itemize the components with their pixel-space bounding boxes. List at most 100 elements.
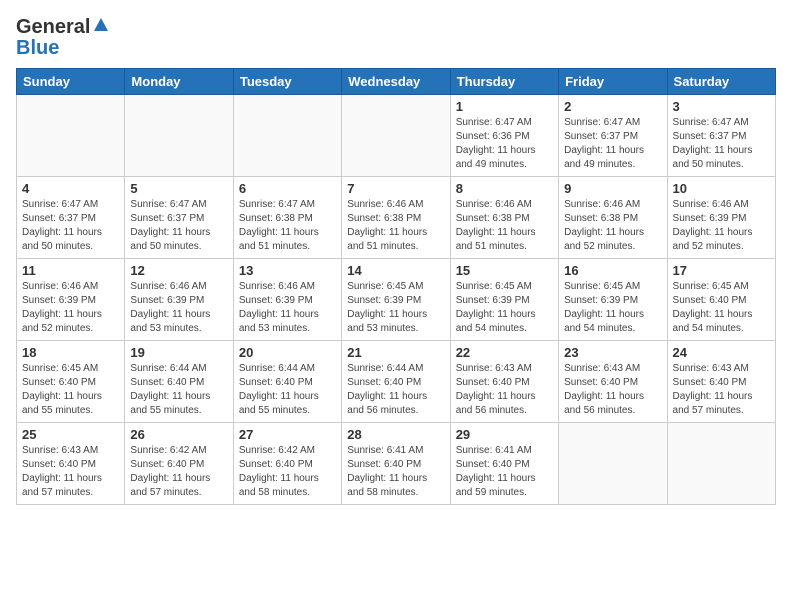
calendar-cell: 9 Sunrise: 6:46 AM Sunset: 6:38 PM Daylig… bbox=[559, 177, 667, 259]
calendar-cell bbox=[17, 95, 125, 177]
calendar-cell bbox=[342, 95, 450, 177]
day-info: Sunrise: 6:46 AM Sunset: 6:39 PM Dayligh… bbox=[239, 280, 336, 336]
day-header-tuesday: Tuesday bbox=[233, 69, 341, 95]
day-number: 2 bbox=[564, 99, 661, 114]
day-number: 5 bbox=[130, 181, 227, 196]
day-info: Sunrise: 6:46 AM Sunset: 6:39 PM Dayligh… bbox=[22, 280, 119, 336]
day-info: Sunrise: 6:45 AM Sunset: 6:40 PM Dayligh… bbox=[673, 280, 770, 336]
day-number: 13 bbox=[239, 263, 336, 278]
calendar-cell: 1Sunrise: 6:47 AM Sunset: 6:36 PM Daylig… bbox=[450, 95, 558, 177]
calendar-cell: 21Sunrise: 6:44 AM Sunset: 6:40 PM Dayli… bbox=[342, 341, 450, 423]
day-info: Sunrise: 6:47 AM Sunset: 6:37 PM Dayligh… bbox=[673, 116, 770, 172]
day-info: Sunrise: 6:47 AM Sunset: 6:37 PM Dayligh… bbox=[130, 198, 227, 254]
calendar-header-row: SundayMondayTuesdayWednesdayThursdayFrid… bbox=[17, 69, 776, 95]
week-row-1: 4 Sunrise: 6:47 AM Sunset: 6:37 PM Daylig… bbox=[17, 177, 776, 259]
day-info: Sunrise: 6:45 AM Sunset: 6:39 PM Dayligh… bbox=[347, 280, 444, 336]
day-number: 23 bbox=[564, 345, 661, 360]
calendar-cell: 26 Sunrise: 6:42 AM Sunset: 6:40 PM Dayli… bbox=[125, 423, 233, 505]
day-number: 27 bbox=[239, 427, 336, 442]
day-info: Sunrise: 6:41 AM Sunset: 6:40 PM Dayligh… bbox=[347, 444, 444, 500]
day-info: Sunrise: 6:43 AM Sunset: 6:40 PM Dayligh… bbox=[673, 362, 770, 418]
calendar-cell: 11 Sunrise: 6:46 AM Sunset: 6:39 PM Dayli… bbox=[17, 259, 125, 341]
calendar-cell: 16 Sunrise: 6:45 AM Sunset: 6:39 PM Dayli… bbox=[559, 259, 667, 341]
day-number: 17 bbox=[673, 263, 770, 278]
calendar-cell: 8 Sunrise: 6:46 AM Sunset: 6:38 PM Daylig… bbox=[450, 177, 558, 259]
logo-blue: Blue bbox=[16, 37, 59, 60]
day-info: Sunrise: 6:45 AM Sunset: 6:39 PM Dayligh… bbox=[564, 280, 661, 336]
calendar-cell bbox=[559, 423, 667, 505]
calendar-cell: 6 Sunrise: 6:47 AM Sunset: 6:38 PM Daylig… bbox=[233, 177, 341, 259]
calendar-cell: 14 Sunrise: 6:45 AM Sunset: 6:39 PM Dayli… bbox=[342, 259, 450, 341]
calendar-cell: 17 Sunrise: 6:45 AM Sunset: 6:40 PM Dayli… bbox=[667, 259, 775, 341]
calendar-cell: 27 Sunrise: 6:42 AM Sunset: 6:40 PM Dayli… bbox=[233, 423, 341, 505]
day-number: 26 bbox=[130, 427, 227, 442]
day-info: Sunrise: 6:46 AM Sunset: 6:39 PM Dayligh… bbox=[130, 280, 227, 336]
day-number: 18 bbox=[22, 345, 119, 360]
logo: General Blue bbox=[16, 16, 109, 60]
day-number: 29 bbox=[456, 427, 553, 442]
day-number: 20 bbox=[239, 345, 336, 360]
day-number: 22 bbox=[456, 345, 553, 360]
day-info: Sunrise: 6:41 AM Sunset: 6:40 PM Dayligh… bbox=[456, 444, 553, 500]
day-number: 7 bbox=[347, 181, 444, 196]
day-info: Sunrise: 6:46 AM Sunset: 6:38 PM Dayligh… bbox=[456, 198, 553, 254]
calendar-cell: 2 Sunrise: 6:47 AM Sunset: 6:37 PM Daylig… bbox=[559, 95, 667, 177]
day-header-friday: Friday bbox=[559, 69, 667, 95]
calendar-cell: 20 Sunrise: 6:44 AM Sunset: 6:40 PM Dayli… bbox=[233, 341, 341, 423]
day-number: 15 bbox=[456, 263, 553, 278]
day-number: 4 bbox=[22, 181, 119, 196]
calendar-cell bbox=[233, 95, 341, 177]
calendar-cell bbox=[667, 423, 775, 505]
day-info: Sunrise: 6:47 AM Sunset: 6:37 PM Dayligh… bbox=[22, 198, 119, 254]
day-info: Sunrise: 6:47 AM Sunset: 6:37 PM Dayligh… bbox=[564, 116, 661, 172]
day-number: 16 bbox=[564, 263, 661, 278]
day-number: 6 bbox=[239, 181, 336, 196]
day-info: Sunrise: 6:47 AM Sunset: 6:36 PM Dayligh… bbox=[456, 116, 553, 172]
day-number: 9 bbox=[564, 181, 661, 196]
calendar-cell bbox=[125, 95, 233, 177]
day-info: Sunrise: 6:46 AM Sunset: 6:38 PM Dayligh… bbox=[564, 198, 661, 254]
day-info: Sunrise: 6:46 AM Sunset: 6:38 PM Dayligh… bbox=[347, 198, 444, 254]
day-number: 14 bbox=[347, 263, 444, 278]
day-number: 11 bbox=[22, 263, 119, 278]
day-info: Sunrise: 6:47 AM Sunset: 6:38 PM Dayligh… bbox=[239, 198, 336, 254]
day-number: 8 bbox=[456, 181, 553, 196]
calendar-cell: 25Sunrise: 6:43 AM Sunset: 6:40 PM Dayli… bbox=[17, 423, 125, 505]
week-row-4: 25Sunrise: 6:43 AM Sunset: 6:40 PM Dayli… bbox=[17, 423, 776, 505]
day-number: 12 bbox=[130, 263, 227, 278]
day-info: Sunrise: 6:46 AM Sunset: 6:39 PM Dayligh… bbox=[673, 198, 770, 254]
calendar-cell: 7 Sunrise: 6:46 AM Sunset: 6:38 PM Daylig… bbox=[342, 177, 450, 259]
day-header-saturday: Saturday bbox=[667, 69, 775, 95]
day-header-thursday: Thursday bbox=[450, 69, 558, 95]
day-number: 25 bbox=[22, 427, 119, 442]
day-info: Sunrise: 6:44 AM Sunset: 6:40 PM Dayligh… bbox=[239, 362, 336, 418]
day-info: Sunrise: 6:45 AM Sunset: 6:40 PM Dayligh… bbox=[22, 362, 119, 418]
day-info: Sunrise: 6:42 AM Sunset: 6:40 PM Dayligh… bbox=[130, 444, 227, 500]
day-info: Sunrise: 6:43 AM Sunset: 6:40 PM Dayligh… bbox=[564, 362, 661, 418]
calendar-cell: 15 Sunrise: 6:45 AM Sunset: 6:39 PM Dayli… bbox=[450, 259, 558, 341]
calendar-cell: 23 Sunrise: 6:43 AM Sunset: 6:40 PM Dayli… bbox=[559, 341, 667, 423]
day-header-sunday: Sunday bbox=[17, 69, 125, 95]
week-row-0: 1Sunrise: 6:47 AM Sunset: 6:36 PM Daylig… bbox=[17, 95, 776, 177]
day-info: Sunrise: 6:43 AM Sunset: 6:40 PM Dayligh… bbox=[456, 362, 553, 418]
day-info: Sunrise: 6:44 AM Sunset: 6:40 PM Dayligh… bbox=[130, 362, 227, 418]
calendar-cell: 5 Sunrise: 6:47 AM Sunset: 6:37 PM Daylig… bbox=[125, 177, 233, 259]
calendar-cell: 3 Sunrise: 6:47 AM Sunset: 6:37 PM Daylig… bbox=[667, 95, 775, 177]
calendar-cell: 12 Sunrise: 6:46 AM Sunset: 6:39 PM Dayli… bbox=[125, 259, 233, 341]
day-info: Sunrise: 6:45 AM Sunset: 6:39 PM Dayligh… bbox=[456, 280, 553, 336]
day-number: 19 bbox=[130, 345, 227, 360]
day-number: 3 bbox=[673, 99, 770, 114]
logo-triangle-icon bbox=[93, 17, 109, 38]
day-info: Sunrise: 6:42 AM Sunset: 6:40 PM Dayligh… bbox=[239, 444, 336, 500]
calendar-cell: 19 Sunrise: 6:44 AM Sunset: 6:40 PM Dayli… bbox=[125, 341, 233, 423]
calendar-cell: 29 Sunrise: 6:41 AM Sunset: 6:40 PM Dayli… bbox=[450, 423, 558, 505]
calendar-cell: 13 Sunrise: 6:46 AM Sunset: 6:39 PM Dayli… bbox=[233, 259, 341, 341]
calendar-cell: 18 Sunrise: 6:45 AM Sunset: 6:40 PM Dayli… bbox=[17, 341, 125, 423]
day-info: Sunrise: 6:44 AM Sunset: 6:40 PM Dayligh… bbox=[347, 362, 444, 418]
week-row-3: 18 Sunrise: 6:45 AM Sunset: 6:40 PM Dayli… bbox=[17, 341, 776, 423]
day-header-wednesday: Wednesday bbox=[342, 69, 450, 95]
calendar-cell: 10 Sunrise: 6:46 AM Sunset: 6:39 PM Dayli… bbox=[667, 177, 775, 259]
day-header-monday: Monday bbox=[125, 69, 233, 95]
day-number: 28 bbox=[347, 427, 444, 442]
day-number: 10 bbox=[673, 181, 770, 196]
